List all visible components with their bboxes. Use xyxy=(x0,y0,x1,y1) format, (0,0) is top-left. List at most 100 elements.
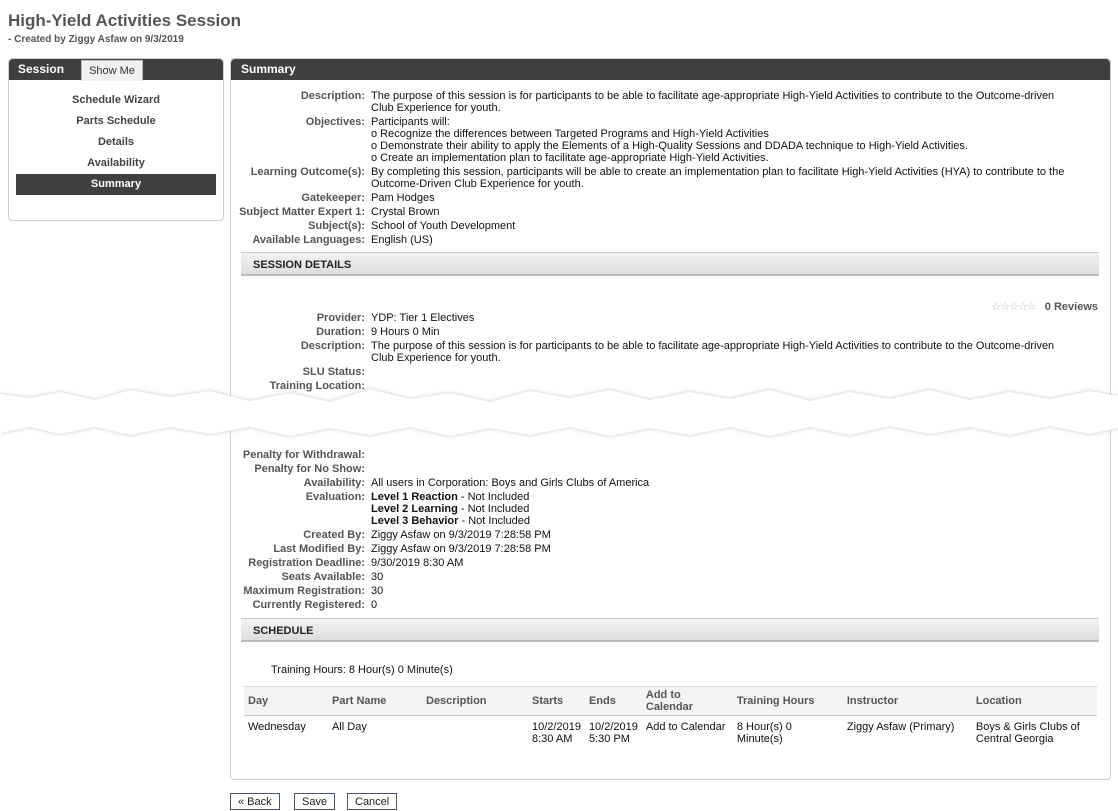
provider-row: Provider: YDP: Tier 1 Electives xyxy=(231,312,1091,326)
objective-item: o Create an implementation plan to facil… xyxy=(371,152,769,164)
show-me-tab[interactable]: Show Me xyxy=(81,60,143,81)
penalty-withdrawal-row: Penalty for Withdrawal: xyxy=(231,449,1091,463)
summary-description-row: Description: The purpose of this session… xyxy=(231,90,1091,116)
evaluation-row: Evaluation: Level 1 Reaction - Not Inclu… xyxy=(231,491,1091,531)
last-modified-row: Last Modified By: Ziggy Asfaw on 9/3/201… xyxy=(231,543,1091,557)
column-header-description[interactable]: Description xyxy=(422,686,528,716)
evaluation-name: Level 1 Reaction xyxy=(371,491,458,503)
field-label: Seats Available: xyxy=(281,571,365,583)
evaluation-name: Level 2 Learning xyxy=(371,503,458,515)
column-header-part-name[interactable]: Part Name xyxy=(328,686,422,716)
currently-registered-row: Currently Registered: 0 xyxy=(231,599,1091,613)
schedule-table: Day Part Name Description Starts Ends Ad… xyxy=(244,686,1097,750)
created-by-row: Created By: Ziggy Asfaw on 9/3/2019 7:28… xyxy=(231,529,1091,543)
nav-item-parts-schedule[interactable]: Parts Schedule xyxy=(16,111,216,132)
evaluation-list: Level 1 Reaction - Not Included Level 2 … xyxy=(371,491,1071,527)
page-title: High-Yield Activities Session xyxy=(8,11,242,30)
column-header-ends[interactable]: Ends xyxy=(584,686,642,716)
duration-value: 9 Hours 0 Min xyxy=(371,326,440,338)
summary-description: The purpose of this session is for parti… xyxy=(371,90,1055,114)
field-label: Created By: xyxy=(303,529,365,541)
nav-item-availability[interactable]: Availability xyxy=(16,153,216,174)
evaluation-item: Level 2 Learning - Not Included xyxy=(371,503,1071,515)
back-button[interactable]: « Back xyxy=(230,793,280,810)
session-details-bar: SESSION DETAILS xyxy=(241,252,1099,276)
objectives-row: Objectives: Participants will: o Recogni… xyxy=(231,116,1091,166)
field-label: Penalty for No Show: xyxy=(254,463,365,475)
column-header-day[interactable]: Day xyxy=(244,686,328,716)
objective-item: o Demonstrate their ability to apply the… xyxy=(371,140,968,152)
learning-outcome: By completing this session, participants… xyxy=(371,166,1065,190)
currently-registered-value: 0 xyxy=(371,599,378,611)
created-by-value: Ziggy Asfaw on 9/3/2019 7:28:58 PM xyxy=(371,529,551,541)
column-header-instructor[interactable]: Instructor xyxy=(842,686,972,716)
evaluation-item: Level 3 Behavior - Not Included xyxy=(371,515,1071,527)
field-label: Learning Outcome(s): xyxy=(250,166,365,178)
last-modified-value: Ziggy Asfaw on 9/3/2019 7:28:58 PM xyxy=(371,543,551,555)
session-nav-title: Session xyxy=(18,62,65,76)
languages-row: Available Languages: English (US) xyxy=(231,234,1091,248)
session-nav-panel: Session Show Me Schedule Wizard Parts Sc… xyxy=(8,58,224,221)
column-header-add-to-calendar[interactable]: Add to Calendar xyxy=(641,686,733,716)
sme-value: Crystal Brown xyxy=(371,206,440,218)
gatekeeper-row: Gatekeeper: Pam Hodges xyxy=(231,192,1091,206)
field-label: Maximum Registration: xyxy=(243,585,365,597)
session-nav-header: Session Show Me xyxy=(9,59,223,81)
ends-time: 5:30 PM xyxy=(588,733,630,745)
gatekeeper-value: Pam Hodges xyxy=(371,192,435,204)
provider-value: YDP: Tier 1 Electives xyxy=(371,312,475,324)
field-label: Subject Matter Expert 1: xyxy=(239,206,365,218)
field-label: Penalty for Withdrawal: xyxy=(242,449,365,461)
availability-value: All users in Corporation: Boys and Girls… xyxy=(371,477,650,489)
nav-item-summary[interactable]: Summary xyxy=(16,174,216,195)
save-button[interactable]: Save xyxy=(294,793,336,810)
objective-item: o Recognize the differences between Targ… xyxy=(371,128,769,140)
field-label: Registration Deadline: xyxy=(248,557,365,569)
nav-item-details[interactable]: Details xyxy=(16,132,216,153)
summary-header: Summary xyxy=(231,59,1110,80)
seats-available-row: Seats Available: 30 xyxy=(231,571,1091,585)
nav-item-schedule-wizard[interactable]: Schedule Wizard xyxy=(16,90,216,111)
cell-part-name: All Day xyxy=(332,721,367,733)
duration-row: Duration: 9 Hours 0 Min xyxy=(231,326,1091,340)
details-description-row: Description: The purpose of this session… xyxy=(231,340,1091,366)
field-label: Description: xyxy=(300,340,365,352)
subjects-row: Subject(s): School of Youth Development xyxy=(231,220,1091,234)
registration-deadline-row: Registration Deadline: 9/30/2019 8:30 AM xyxy=(231,557,1091,571)
field-label: Currently Registered: xyxy=(252,599,365,611)
max-registration-value: 30 xyxy=(371,585,384,597)
cell-description xyxy=(422,716,528,751)
details-description: The purpose of this session is for parti… xyxy=(371,340,1055,364)
add-to-calendar-link[interactable]: Add to Calendar xyxy=(642,716,733,751)
schedule-bar: SCHEDULE xyxy=(241,618,1099,642)
evaluation-item: Level 1 Reaction - Not Included xyxy=(371,491,1071,503)
learning-outcome-row: Learning Outcome(s): By completing this … xyxy=(231,166,1091,192)
table-row: Wednesday All Day 10/2/2019 8:30 AM 10/2… xyxy=(244,716,1097,751)
objectives-list: Participants will: o Recognize the diffe… xyxy=(371,116,1071,164)
field-label: Evaluation: xyxy=(305,491,365,503)
evaluation-status: - Not Included xyxy=(458,515,530,527)
torn-page-divider xyxy=(0,389,1118,436)
field-label: Objectives: xyxy=(305,116,365,128)
starts-time: 8:30 AM xyxy=(532,733,573,745)
cell-instructor: Ziggy Asfaw (Primary) xyxy=(846,721,955,733)
cancel-button[interactable]: Cancel xyxy=(347,793,398,810)
column-header-starts[interactable]: Starts xyxy=(528,686,585,716)
objective-item: Participants will: xyxy=(371,116,450,128)
field-label: Duration: xyxy=(316,326,365,338)
page-subtitle: - Created by Ziggy Asfaw on 9/3/2019 xyxy=(8,34,184,45)
cell-location: Boys & Girls Clubs of Central Georgia xyxy=(975,721,1080,745)
field-label: Subject(s): xyxy=(308,220,365,232)
field-label: Gatekeeper: xyxy=(301,192,365,204)
evaluation-name: Level 3 Behavior xyxy=(371,515,459,527)
field-label: Last Modified By: xyxy=(273,543,365,555)
ends-date: 10/2/2019 xyxy=(588,721,638,733)
column-header-training-hours[interactable]: Training Hours xyxy=(732,686,843,716)
subjects-value: School of Youth Development xyxy=(371,220,516,232)
cell-starts: 10/2/2019 8:30 AM xyxy=(528,716,585,751)
evaluation-status: - Not Included xyxy=(457,503,530,515)
column-header-location[interactable]: Location xyxy=(971,686,1097,716)
cell-training-hours: 8 Hour(s) 0 Minute(s) xyxy=(736,721,792,745)
field-label: Available Languages: xyxy=(252,234,365,246)
cell-ends: 10/2/2019 5:30 PM xyxy=(585,716,642,751)
